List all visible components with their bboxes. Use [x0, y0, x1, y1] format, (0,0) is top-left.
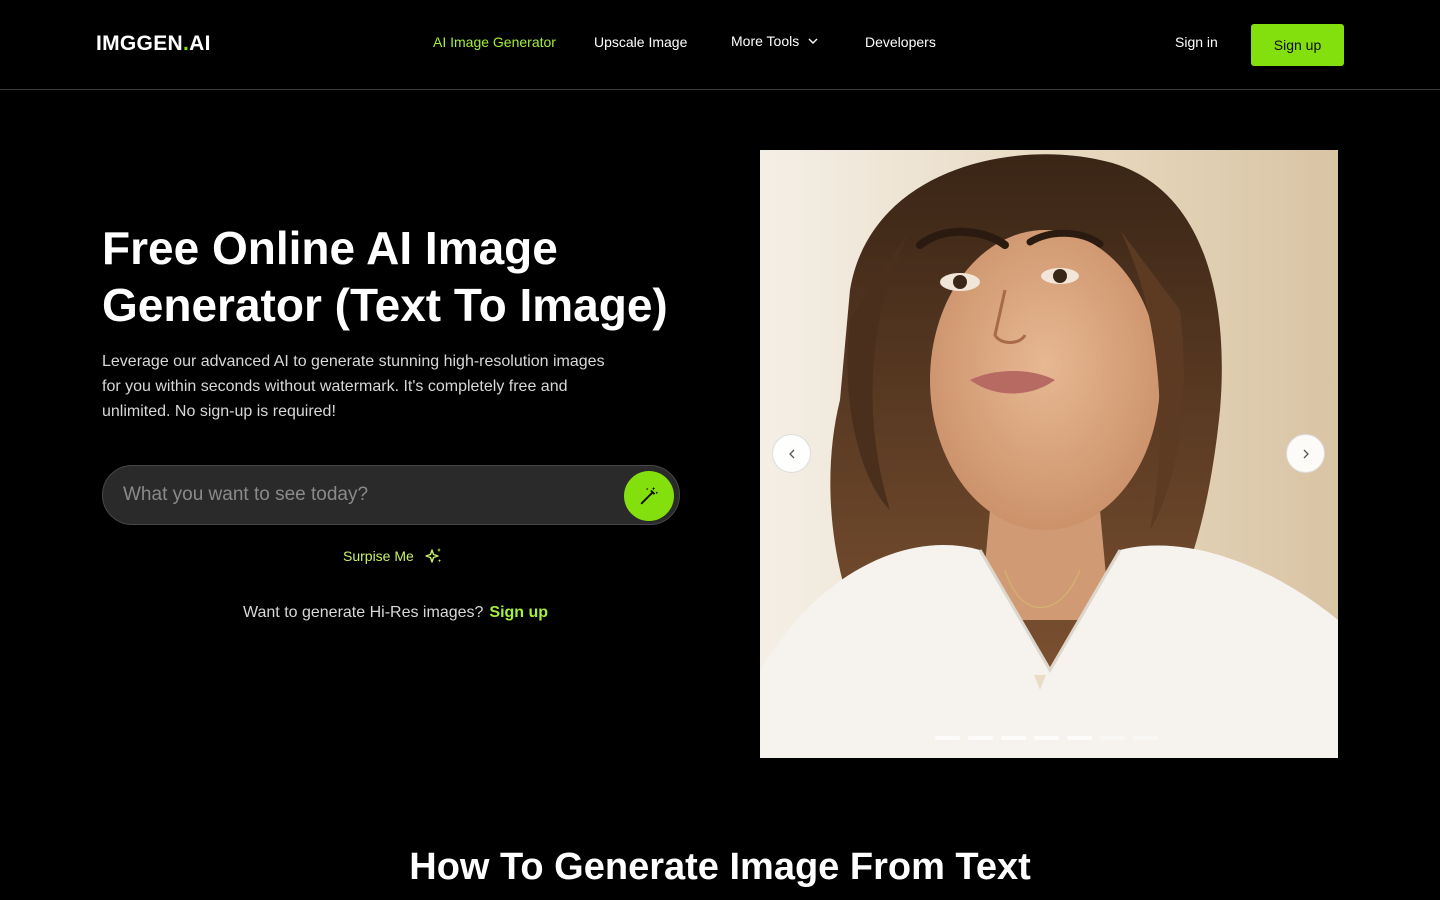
hero-title: Free Online AI Image Generator (Text To … — [102, 222, 668, 331]
prompt-box — [102, 465, 680, 525]
sign-up-button[interactable]: Sign up — [1251, 24, 1344, 66]
logo[interactable]: IMGGEN.AI — [96, 32, 211, 56]
surprise-me-label: Surpise Me — [343, 548, 414, 564]
hero-subtitle: Leverage our advanced AI to generate stu… — [102, 353, 605, 420]
carousel-indicators — [935, 736, 1158, 740]
sparkles-icon — [425, 548, 442, 563]
carousel-dot[interactable] — [1001, 736, 1026, 740]
logo-main: IMGGEN — [96, 32, 183, 55]
carousel-dot[interactable] — [1067, 736, 1092, 740]
logo-suffix: AI — [189, 32, 211, 55]
generate-button[interactable] — [624, 471, 674, 521]
carousel-dot[interactable] — [1100, 736, 1125, 740]
nav-upscale-image[interactable]: Upscale Image — [594, 34, 687, 50]
sample-generated-image — [760, 150, 1338, 758]
hires-prompt: Want to generate Hi-Res images? Sign up — [243, 604, 548, 622]
hires-sign-up-link[interactable]: Sign up — [489, 604, 548, 622]
hires-text: Want to generate Hi-Res images? — [243, 604, 484, 621]
magic-wand-icon — [640, 486, 659, 505]
carousel-dot[interactable] — [1133, 736, 1158, 740]
chevron-left-icon — [788, 449, 794, 458]
carousel-dot[interactable] — [968, 736, 993, 740]
nav-developers[interactable]: Developers — [865, 34, 936, 50]
how-to-section-title: How To Generate Image From Text — [409, 846, 1031, 888]
carousel-dot[interactable] — [1034, 736, 1059, 740]
sign-in-link[interactable]: Sign in — [1175, 34, 1218, 50]
nav-more-tools-label: More Tools — [731, 33, 800, 49]
nav-more-tools[interactable]: More Tools — [731, 33, 819, 49]
prompt-input[interactable] — [123, 480, 603, 510]
carousel-next-button[interactable] — [1286, 434, 1325, 473]
carousel-prev-button[interactable] — [772, 434, 811, 473]
chevron-right-icon — [1303, 449, 1309, 458]
image-carousel — [760, 150, 1338, 758]
top-navbar: IMGGEN.AI AI Image Generator Upscale Ima… — [0, 0, 1440, 90]
carousel-dot[interactable] — [935, 736, 960, 740]
nav-ai-image-generator[interactable]: AI Image Generator — [433, 34, 556, 50]
chevron-down-icon — [808, 38, 818, 44]
surprise-me-button[interactable]: Surpise Me — [343, 546, 444, 566]
